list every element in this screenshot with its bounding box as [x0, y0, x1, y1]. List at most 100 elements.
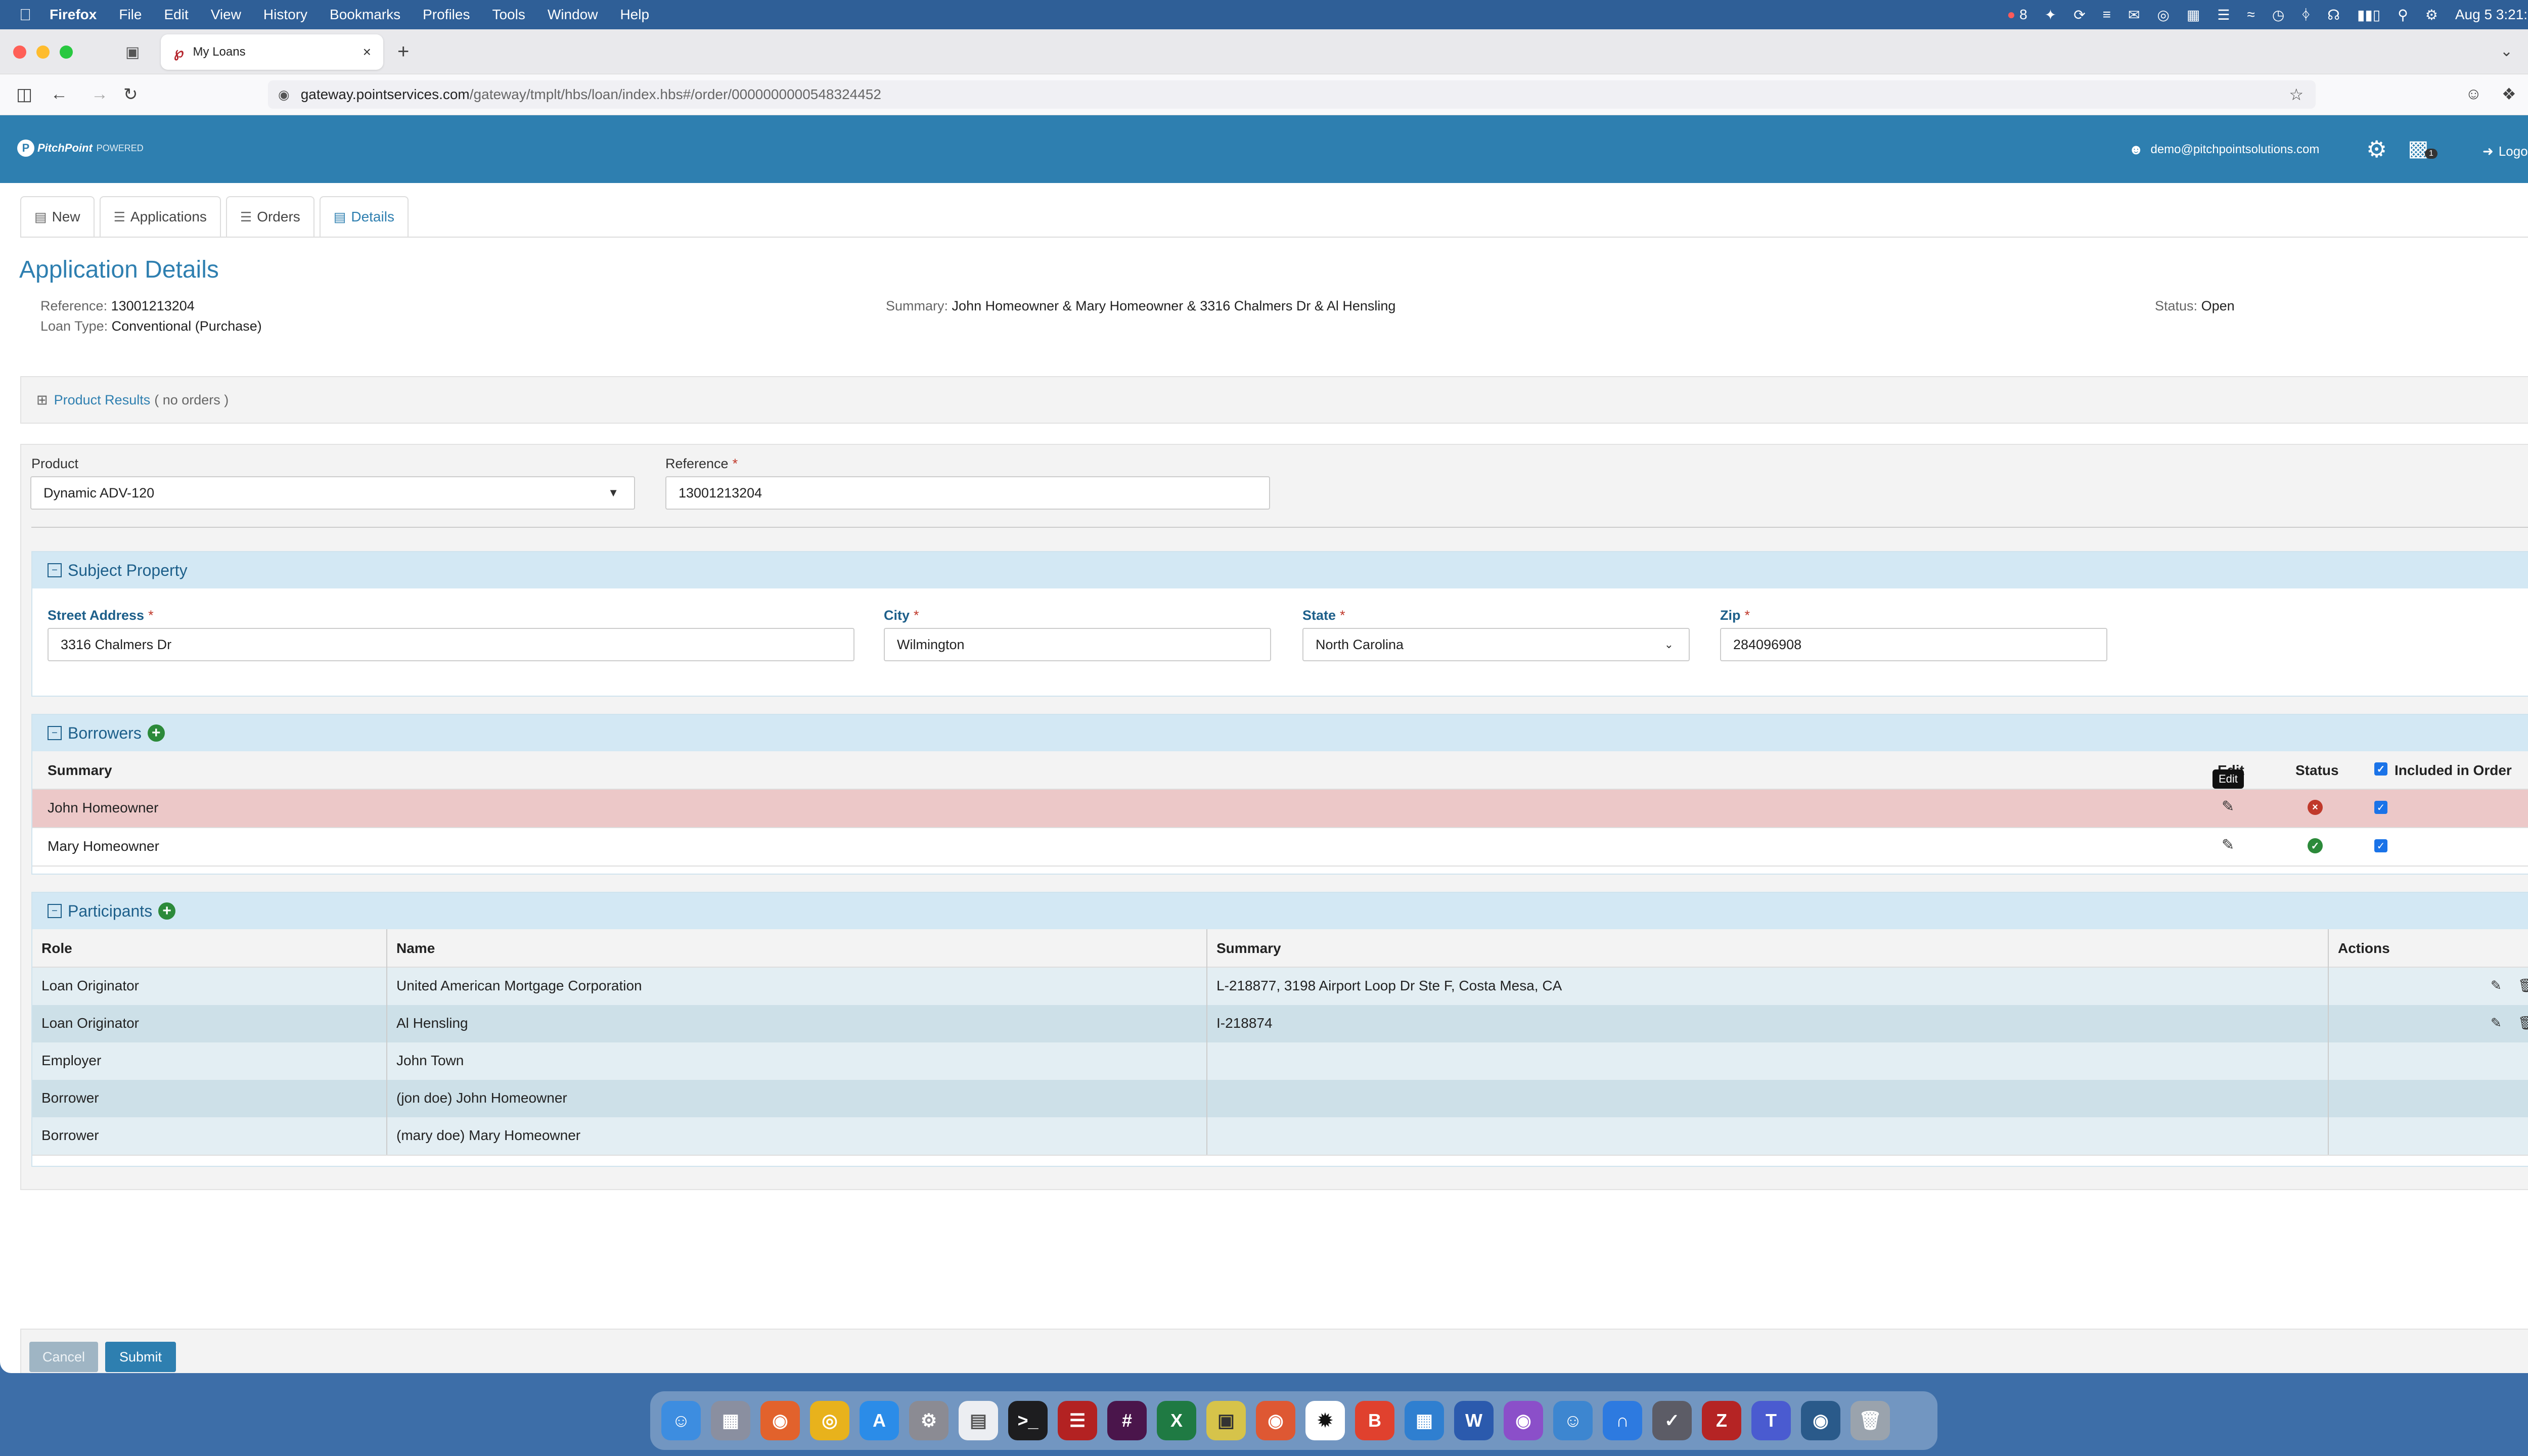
- record-indicator[interactable]: ● 8: [2007, 7, 2027, 23]
- cancel-button[interactable]: Cancel: [29, 1342, 98, 1372]
- pitchpoint-logo[interactable]: P PitchPoint POWERED: [17, 140, 144, 157]
- chat-icon[interactable]: ▩ 1: [2408, 135, 2437, 161]
- edit-icon[interactable]: ✎: [2222, 836, 2234, 854]
- include-all-checkbox[interactable]: ✓: [2374, 762, 2387, 776]
- bars-icon[interactable]: ☰: [2217, 7, 2230, 23]
- menu-view[interactable]: View: [211, 7, 241, 23]
- included-checkbox[interactable]: ✓: [2374, 801, 2387, 814]
- edit-icon[interactable]: ✎: [2491, 978, 2502, 993]
- apple-icon[interactable]: : [19, 6, 31, 24]
- chevron-down-icon[interactable]: ⌄: [2500, 42, 2513, 60]
- borrowers-header[interactable]: − Borrowers +: [32, 715, 2528, 751]
- menu-history[interactable]: History: [263, 7, 307, 23]
- state-select[interactable]: North Carolina ⌄: [1302, 628, 1690, 661]
- slack-icon[interactable]: #: [1107, 1401, 1147, 1440]
- sparkle-icon[interactable]: ✦: [2045, 7, 2056, 23]
- podcasts-icon[interactable]: ◉: [1504, 1401, 1543, 1440]
- edit-icon[interactable]: ✎: [2491, 1015, 2502, 1031]
- gear-icon[interactable]: ⚙: [2366, 135, 2387, 163]
- preview-icon[interactable]: ☺: [1553, 1401, 1593, 1440]
- collapse-icon[interactable]: −: [48, 563, 62, 577]
- logout-button[interactable]: ➜ Logout: [2482, 144, 2528, 159]
- menu-edit[interactable]: Edit: [164, 7, 188, 23]
- edit-icon[interactable]: ✎: [2222, 798, 2234, 815]
- menu-tools[interactable]: Tools: [492, 7, 525, 23]
- extensions-icon[interactable]: ❖: [2502, 84, 2516, 104]
- disk-utility-icon[interactable]: ◉: [1801, 1401, 1840, 1440]
- zoom-window-button[interactable]: [60, 46, 73, 59]
- sidebar-toggle-icon[interactable]: ◫: [16, 84, 32, 105]
- system-settings-icon[interactable]: ⚙: [909, 1401, 949, 1440]
- arc-icon[interactable]: ∩: [1603, 1401, 1642, 1440]
- battery-icon[interactable]: ▮▮▯: [2357, 7, 2380, 23]
- chatgpt-icon[interactable]: ✹: [1305, 1401, 1345, 1440]
- participants-header[interactable]: − Participants +: [32, 893, 2528, 929]
- teams-icon[interactable]: T: [1751, 1401, 1791, 1440]
- menu-app-name[interactable]: Firefox: [50, 7, 97, 23]
- filezilla-icon[interactable]: Z: [1702, 1401, 1741, 1440]
- collapse-icon[interactable]: −: [48, 904, 62, 918]
- tab-orders[interactable]: ☰ Orders: [225, 196, 314, 237]
- menu-profiles[interactable]: Profiles: [423, 7, 470, 23]
- user-menu[interactable]: ☻ demo@pitchpointsolutions.com: [2129, 142, 2319, 158]
- tableplus-icon[interactable]: ▣: [1206, 1401, 1246, 1440]
- datetime[interactable]: Aug 5 3:21:17 PM: [2455, 7, 2528, 23]
- product-results-link[interactable]: Product Results: [54, 392, 151, 408]
- product-select[interactable]: Dynamic ADV-120 ▼: [30, 476, 635, 510]
- tab-applications[interactable]: ☰ Applications: [99, 196, 221, 237]
- menu-file[interactable]: File: [119, 7, 142, 23]
- notes-icon[interactable]: ▤: [959, 1401, 998, 1440]
- add-participant-icon[interactable]: +: [158, 902, 176, 920]
- submit-button[interactable]: Submit: [105, 1342, 176, 1372]
- wifi-icon[interactable]: ≈: [2247, 7, 2254, 23]
- new-tab-icon[interactable]: +: [397, 40, 409, 63]
- control-center-icon[interactable]: ⚙: [2425, 7, 2438, 23]
- message-icon[interactable]: ✉: [2128, 7, 2140, 23]
- bluetooth-icon[interactable]: ᛄ: [2301, 7, 2310, 23]
- trash-icon[interactable]: 🗑: [1850, 1401, 1890, 1440]
- reload-icon[interactable]: ↻: [123, 84, 138, 105]
- excel-icon[interactable]: X: [1157, 1401, 1196, 1440]
- firefox-icon[interactable]: ◉: [760, 1401, 800, 1440]
- tab-overview-icon[interactable]: ▣: [125, 43, 140, 61]
- app-store-icon[interactable]: A: [860, 1401, 899, 1440]
- word-icon[interactable]: W: [1454, 1401, 1494, 1440]
- menu-bookmarks[interactable]: Bookmarks: [330, 7, 400, 23]
- stack-icon[interactable]: ≡: [2103, 7, 2111, 23]
- close-window-button[interactable]: [13, 46, 26, 59]
- tab-details[interactable]: ▤ Details: [319, 196, 409, 237]
- add-borrower-icon[interactable]: +: [147, 724, 165, 742]
- windows-app-icon[interactable]: ▦: [1405, 1401, 1444, 1440]
- menu-window[interactable]: Window: [548, 7, 598, 23]
- expand-icon[interactable]: ⊞: [36, 392, 48, 408]
- browser-tab-my-loans[interactable]: ℘ My Loans ×: [161, 34, 383, 70]
- zip-input[interactable]: 284096908: [1720, 628, 2107, 661]
- subject-property-header[interactable]: − Subject Property: [32, 552, 2528, 588]
- bookmark-star-icon[interactable]: ☆: [2289, 85, 2304, 104]
- trash-icon[interactable]: 🗑: [2518, 978, 2528, 993]
- brave-icon[interactable]: B: [1355, 1401, 1394, 1440]
- street-address-input[interactable]: 3316 Chalmers Dr: [48, 628, 854, 661]
- forward-icon[interactable]: →: [91, 84, 108, 104]
- sync-icon[interactable]: ⟳: [2073, 7, 2085, 23]
- collapse-icon[interactable]: −: [48, 726, 62, 740]
- tab-new[interactable]: ▤ New: [20, 196, 95, 237]
- back-icon[interactable]: ←: [51, 84, 68, 104]
- duckduckgo-icon[interactable]: ◉: [1256, 1401, 1295, 1440]
- clock-icon[interactable]: ◷: [2272, 7, 2284, 23]
- included-checkbox[interactable]: ✓: [2374, 839, 2387, 852]
- search-icon[interactable]: ⚲: [2398, 7, 2408, 23]
- finder-icon[interactable]: ☺: [661, 1401, 701, 1440]
- minimize-window-button[interactable]: [36, 46, 50, 59]
- grid-icon[interactable]: ▦: [2187, 7, 2200, 23]
- trash-icon[interactable]: 🗑: [2518, 1015, 2528, 1031]
- target-icon[interactable]: ◎: [2157, 7, 2169, 23]
- reference-input[interactable]: 13001213204: [665, 476, 1270, 510]
- url-bar[interactable]: ◉ gateway.pointservices.com/gateway/tmpl…: [268, 80, 2316, 109]
- close-tab-icon[interactable]: ×: [363, 44, 371, 60]
- headphones-icon[interactable]: ☊: [2327, 7, 2340, 23]
- terminal-icon[interactable]: >_: [1008, 1401, 1048, 1440]
- site-info-icon[interactable]: ◉: [278, 87, 290, 103]
- chrome-icon[interactable]: ◎: [810, 1401, 849, 1440]
- menu-help[interactable]: Help: [620, 7, 649, 23]
